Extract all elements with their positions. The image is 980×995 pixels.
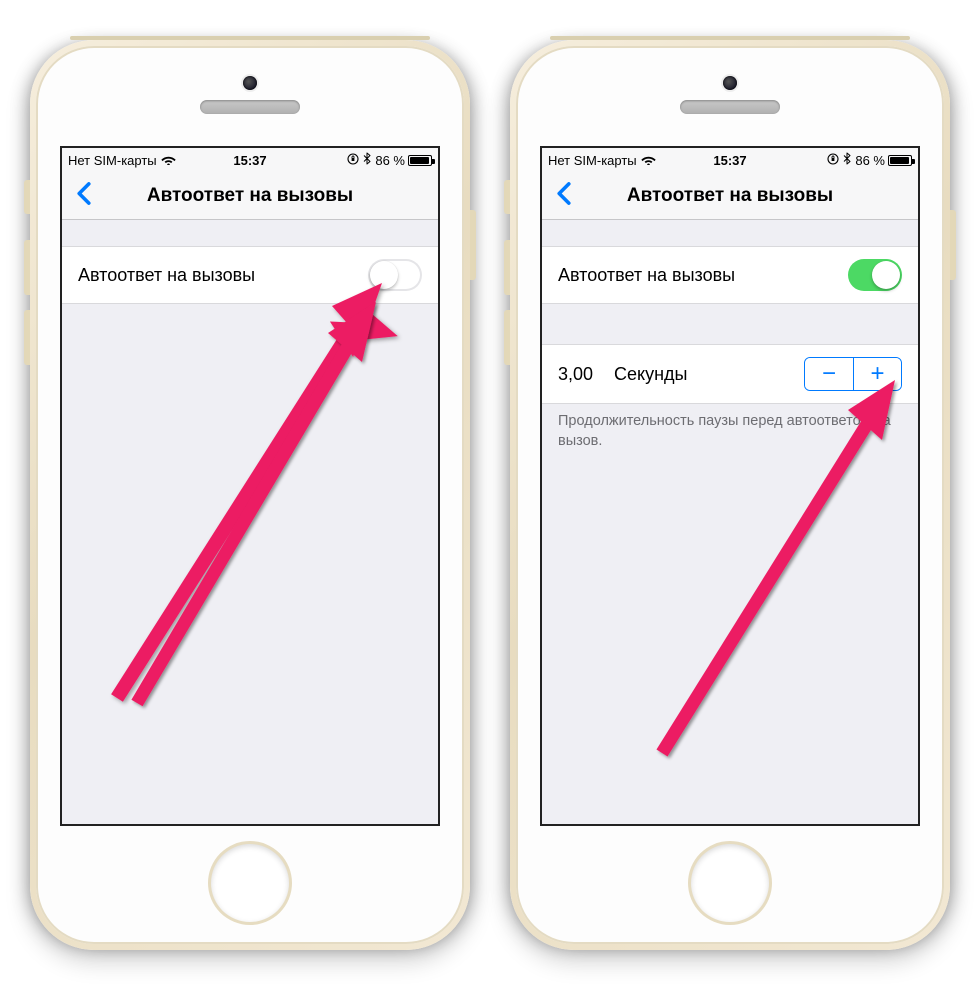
auto-answer-toggle[interactable] — [848, 259, 902, 291]
earpiece-speaker — [200, 100, 300, 114]
clock-label: 15:37 — [713, 153, 746, 168]
seconds-value: 3,00 — [558, 364, 608, 385]
screen: Нет SIM-карты 15:37 — [540, 146, 920, 826]
auto-answer-label: Автоответ на вызовы — [78, 265, 255, 286]
battery-icon — [888, 155, 912, 166]
back-button[interactable] — [68, 177, 100, 214]
stepper-minus-button[interactable]: − — [805, 358, 853, 390]
status-bar: Нет SIM-карты 15:37 — [62, 148, 438, 172]
home-button[interactable] — [691, 844, 769, 922]
nav-bar: Автоответ на вызовы — [542, 172, 918, 220]
phone-frame-left: Нет SIM-карты 15:37 — [30, 40, 470, 950]
power-button — [470, 210, 476, 280]
stepper-plus-button[interactable]: + — [853, 358, 901, 390]
auto-answer-label: Автоответ на вызовы — [558, 265, 735, 286]
auto-answer-toggle[interactable] — [368, 259, 422, 291]
back-button[interactable] — [548, 177, 580, 214]
bluetooth-icon — [363, 152, 371, 168]
wifi-icon — [641, 153, 656, 168]
home-button[interactable] — [211, 844, 289, 922]
clock-label: 15:37 — [233, 153, 266, 168]
volume-down-button — [504, 310, 510, 365]
auto-answer-row: Автоответ на вызовы — [62, 246, 438, 304]
auto-answer-row: Автоответ на вызовы — [542, 246, 918, 304]
status-bar: Нет SIM-карты 15:37 — [542, 148, 918, 172]
volume-down-button — [24, 310, 30, 365]
carrier-label: Нет SIM-карты — [548, 153, 637, 168]
seconds-unit-label: Секунды — [608, 364, 804, 385]
seconds-row: 3,00 Секунды − + — [542, 344, 918, 404]
battery-pct-label: 86 % — [855, 153, 885, 168]
earpiece-speaker — [680, 100, 780, 114]
rotation-lock-icon — [347, 153, 359, 168]
volume-up-button — [24, 240, 30, 295]
page-title: Автоответ на вызовы — [627, 185, 833, 207]
nav-bar: Автоответ на вызовы — [62, 172, 438, 220]
screen: Нет SIM-карты 15:37 — [60, 146, 440, 826]
wifi-icon — [161, 153, 176, 168]
rotation-lock-icon — [827, 153, 839, 168]
front-camera — [723, 76, 737, 90]
battery-pct-label: 86 % — [375, 153, 405, 168]
mute-switch — [24, 180, 30, 214]
phone-frame-right: Нет SIM-карты 15:37 — [510, 40, 950, 950]
page-title: Автоответ на вызовы — [147, 185, 353, 207]
bluetooth-icon — [843, 152, 851, 168]
front-camera — [243, 76, 257, 90]
power-button — [950, 210, 956, 280]
carrier-label: Нет SIM-карты — [68, 153, 157, 168]
seconds-footer-note: Продолжительность паузы перед автоответо… — [542, 404, 918, 459]
mute-switch — [504, 180, 510, 214]
seconds-stepper: − + — [804, 357, 902, 391]
battery-icon — [408, 155, 432, 166]
volume-up-button — [504, 240, 510, 295]
